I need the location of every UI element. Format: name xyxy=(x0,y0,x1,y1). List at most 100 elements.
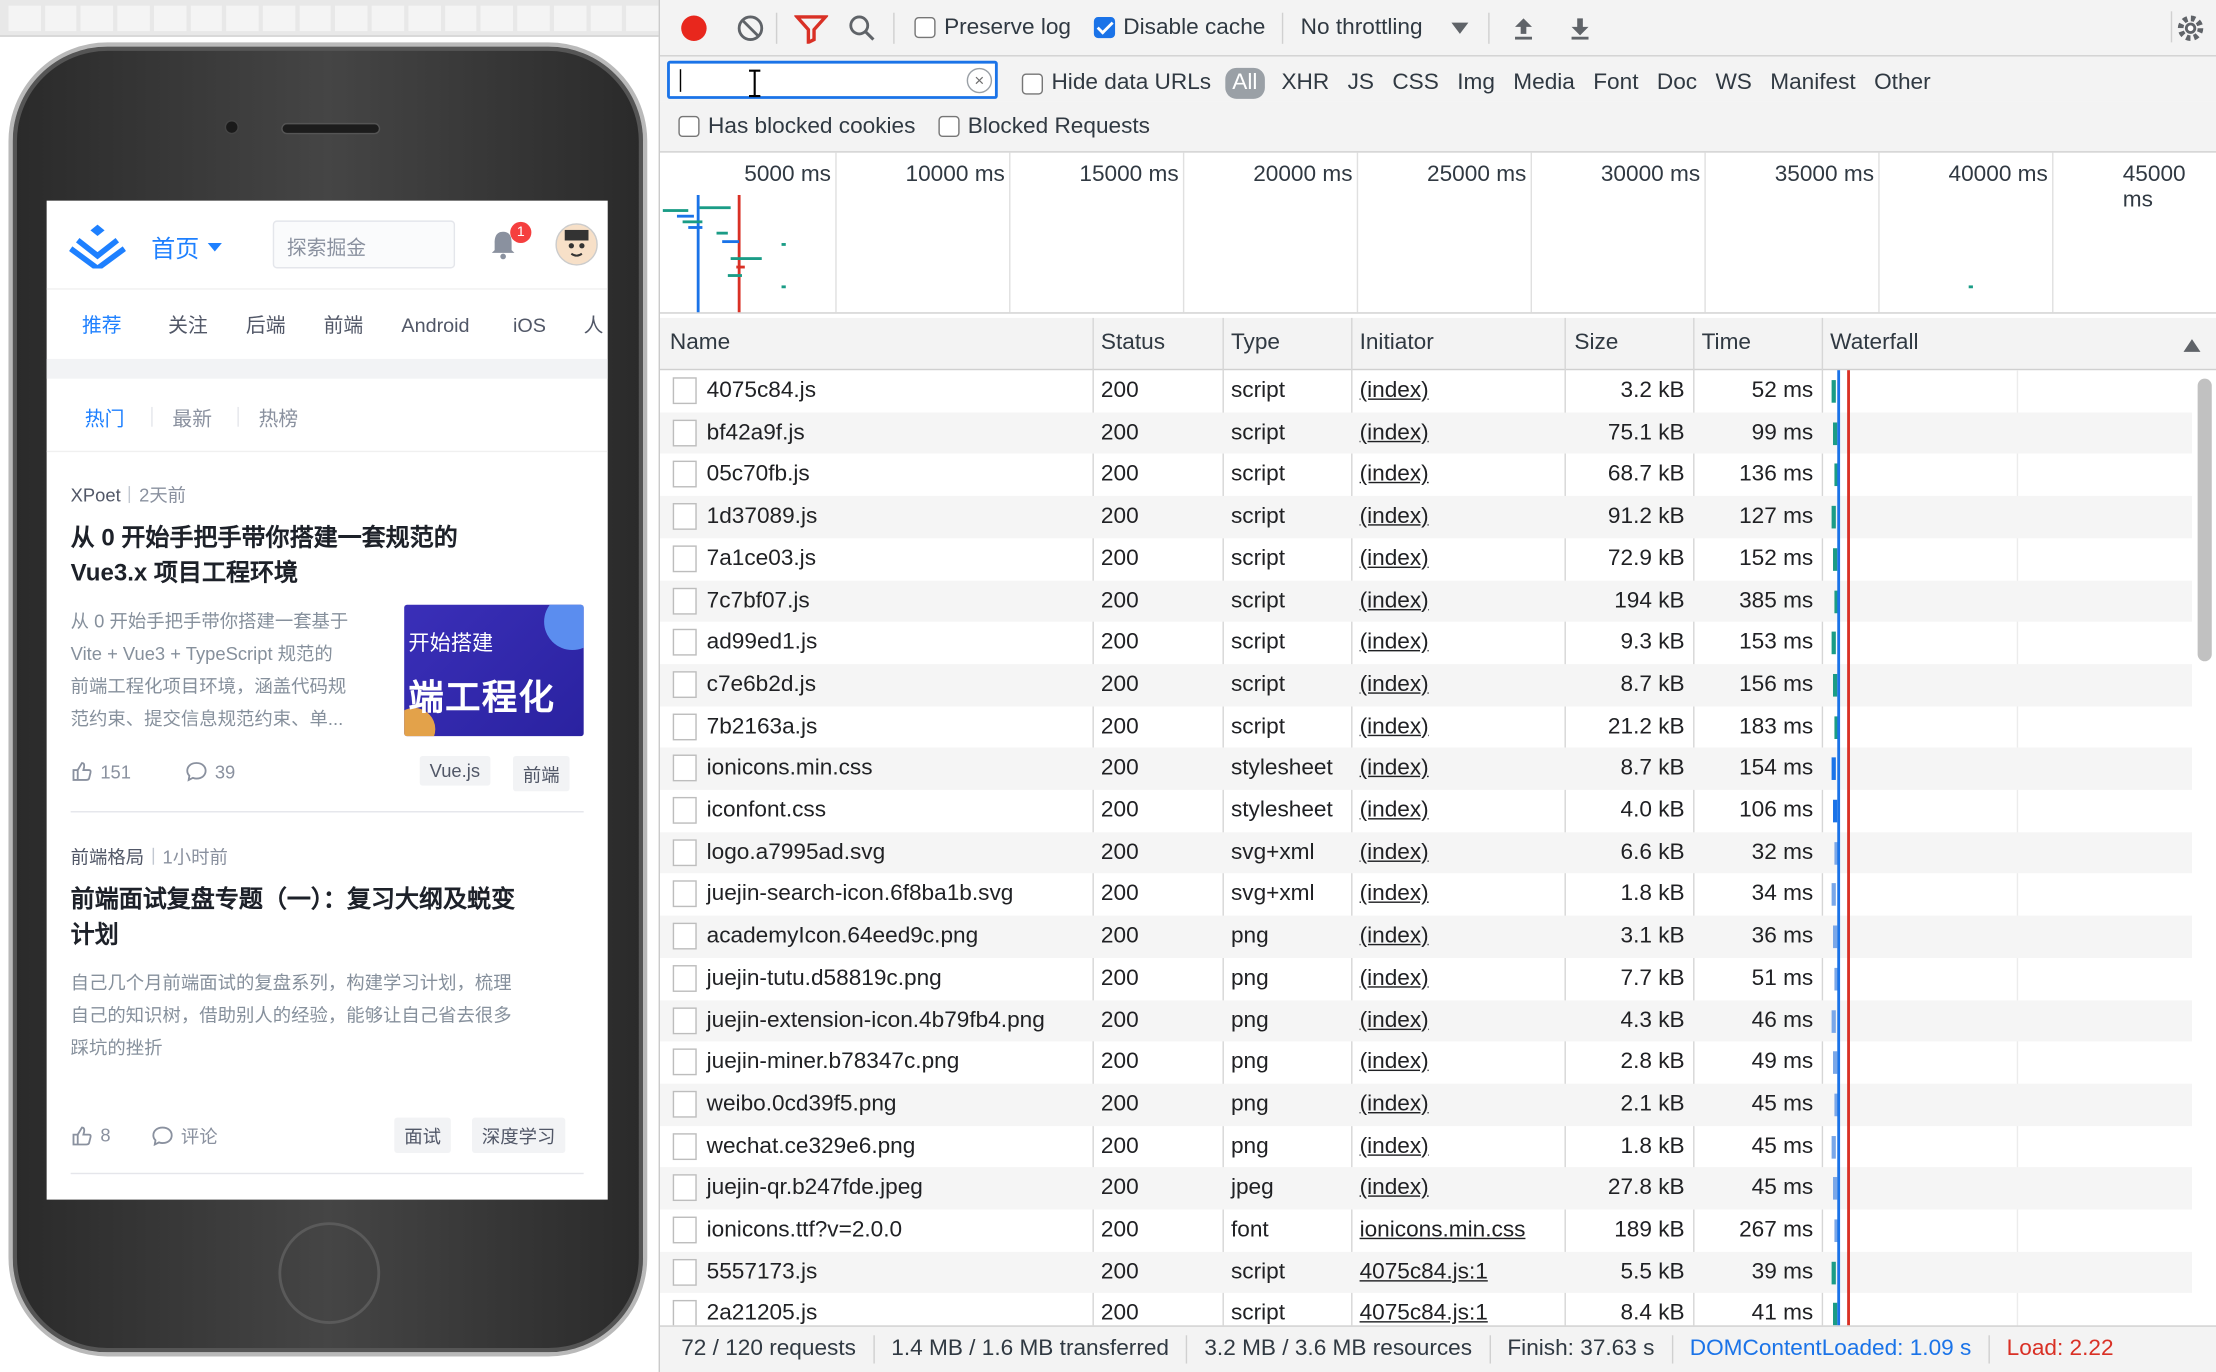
table-row[interactable]: bf42a9f.js 200 script (index) 75.1 kB 99 ms xyxy=(659,412,2192,455)
article-author[interactable]: 前端格局 xyxy=(71,846,145,867)
request-name[interactable]: juejin-search-icon.6f8ba1b.svg xyxy=(707,882,1014,907)
has-blocked-cookies-checkbox[interactable] xyxy=(678,115,700,138)
article-summary[interactable]: 从 0 开始手把手带你搭建一套基于 Vite + Vue3 + TypeScri… xyxy=(71,605,349,735)
request-initiator[interactable]: (index) xyxy=(1360,589,1429,614)
request-name[interactable]: 5557173.js xyxy=(707,1260,818,1285)
request-name[interactable]: ionicons.min.css xyxy=(707,756,873,781)
nav-tab-frontend[interactable]: 前端 xyxy=(324,310,364,338)
table-row[interactable]: 7a1ce03.js 200 script (index) 72.9 kB 152 ms xyxy=(660,538,2192,580)
nav-tab-android[interactable]: Android xyxy=(401,313,469,336)
preserve-log-checkbox[interactable] xyxy=(914,16,936,39)
sort-tab-latest[interactable]: 最新 xyxy=(172,404,212,432)
request-name[interactable]: 7c7bf07.js xyxy=(707,589,810,614)
filter-type-css[interactable]: CSS xyxy=(1392,71,1439,96)
filter-type-ws[interactable]: WS xyxy=(1715,71,1751,96)
request-initiator[interactable]: (index) xyxy=(1360,1134,1429,1159)
nav-tab-ai[interactable]: 人 xyxy=(584,310,604,338)
hide-data-urls-checkbox[interactable] xyxy=(1021,72,1043,94)
filter-type-media[interactable]: Media xyxy=(1513,71,1575,96)
request-name[interactable]: bf42a9f.js xyxy=(707,421,805,446)
request-name[interactable]: logo.a7995ad.svg xyxy=(707,840,886,865)
import-har-icon[interactable] xyxy=(1509,13,1537,41)
comment-icon[interactable] xyxy=(185,760,208,783)
request-initiator[interactable]: (index) xyxy=(1360,672,1429,697)
search-icon[interactable] xyxy=(848,13,876,41)
clear-icon[interactable] xyxy=(736,13,764,41)
col-size-header[interactable]: Size xyxy=(1574,331,1618,356)
gear-icon[interactable] xyxy=(2175,13,2206,44)
table-row[interactable]: ionicons.min.css 200 stylesheet (index) 8.7 … xyxy=(659,747,2192,790)
request-initiator[interactable]: (index) xyxy=(1360,924,1429,949)
filter-input[interactable]: × xyxy=(667,60,998,99)
request-name[interactable]: iconfont.css xyxy=(707,798,826,823)
request-name[interactable]: academyIcon.64eed9c.png xyxy=(707,924,979,949)
table-row[interactable]: iconfont.css 200 stylesheet (index) 4.0 kB 10… xyxy=(660,790,2192,832)
network-overview-timeline[interactable]: 5000 ms 10000 ms 15000 ms 20000 ms 25000… xyxy=(659,152,2216,314)
article-title[interactable]: 前端面试复盘专题（一）：复习大纲及蜕变 计划 xyxy=(71,882,515,953)
request-name[interactable]: 7a1ce03.js xyxy=(707,547,816,572)
filter-type-font[interactable]: Font xyxy=(1593,71,1638,96)
request-name[interactable]: wechat.ce329e6.png xyxy=(707,1134,916,1159)
request-initiator[interactable]: (index) xyxy=(1360,463,1429,488)
request-initiator[interactable]: (index) xyxy=(1360,547,1429,572)
col-type-header[interactable]: Type xyxy=(1231,331,1280,356)
article-summary[interactable]: 自己几个月前端面试的复盘系列，构建学习计划，梳理 自己的知识树，借助别人的经验，… xyxy=(71,966,512,1063)
nav-tab-backend[interactable]: 后端 xyxy=(246,310,286,338)
home-dropdown[interactable]: 首页 xyxy=(151,229,222,264)
table-row[interactable]: weibo.0cd39f5.png 200 png (index) 2.1 kB 45 m… xyxy=(659,1083,2192,1126)
thumbs-up-icon[interactable] xyxy=(71,760,94,783)
table-row[interactable]: 5557173.js 200 script 4075c84.js:1 5.5 kB 39 … xyxy=(659,1251,2192,1294)
thumbs-up-icon[interactable] xyxy=(71,1124,94,1147)
filter-icon[interactable] xyxy=(794,12,829,44)
record-icon[interactable] xyxy=(680,13,708,41)
article-tag[interactable]: 前端 xyxy=(513,755,570,792)
juejin-logo-icon[interactable] xyxy=(69,220,126,269)
table-row[interactable]: wechat.ce329e6.png 200 png (index) 1.8 kB 45 … xyxy=(660,1126,2192,1168)
sort-ascending-icon[interactable] xyxy=(2183,339,2201,352)
request-initiator[interactable]: 4075c84.js:1 xyxy=(1360,1260,1488,1285)
search-input[interactable]: 探索掘金 xyxy=(272,220,456,269)
request-initiator[interactable]: (index) xyxy=(1360,840,1429,865)
request-name[interactable]: juejin-tutu.d58819c.png xyxy=(707,966,942,991)
request-initiator[interactable]: (index) xyxy=(1360,1092,1429,1117)
disable-cache-checkbox[interactable] xyxy=(1093,16,1115,39)
request-initiator[interactable]: (index) xyxy=(1360,505,1429,530)
request-name[interactable]: 7b2163a.js xyxy=(707,714,818,739)
sort-tab-hot[interactable]: 热门 xyxy=(85,404,125,432)
throttling-dropdown-icon[interactable] xyxy=(1450,21,1468,34)
blocked-requests-checkbox[interactable] xyxy=(938,115,960,138)
request-name[interactable]: juejin-extension-icon.4b79fb4.png xyxy=(707,1008,1045,1033)
request-initiator[interactable]: (index) xyxy=(1360,714,1429,739)
request-initiator[interactable]: (index) xyxy=(1360,421,1429,446)
request-name[interactable]: c7e6b2d.js xyxy=(707,672,816,697)
request-name[interactable]: juejin-miner.b78347c.png xyxy=(707,1050,960,1075)
request-name[interactable]: 1d37089.js xyxy=(707,505,818,530)
filter-type-js[interactable]: JS xyxy=(1348,71,1374,96)
request-initiator[interactable]: 4075c84.js:1 xyxy=(1360,1302,1488,1325)
col-name-header[interactable]: Name xyxy=(670,331,730,356)
request-name[interactable]: ad99ed1.js xyxy=(707,630,818,655)
request-name[interactable]: weibo.0cd39f5.png xyxy=(707,1092,897,1117)
request-initiator[interactable]: (index) xyxy=(1360,1050,1429,1075)
article-tag[interactable]: 面试 xyxy=(394,1117,451,1153)
article-title[interactable]: 从 0 开始手把手带你搭建一套规范的 Vue3.x 项目工程环境 xyxy=(71,520,458,591)
request-name[interactable]: 05c70fb.js xyxy=(707,463,810,488)
table-row[interactable]: 2a21205.js 200 script 4075c84.js:1 8.4 kB 41 … xyxy=(660,1293,2192,1326)
article-thumbnail[interactable]: 开始搭建 端工程化 xyxy=(404,604,584,737)
table-row[interactable]: juejin-extension-icon.4b79fb4.png 200 png (… xyxy=(659,999,2192,1042)
request-initiator[interactable]: (index) xyxy=(1360,379,1429,404)
table-row[interactable]: juejin-qr.b247fde.jpeg 200 jpeg (index) 27.8… xyxy=(659,1167,2192,1210)
request-initiator[interactable]: (index) xyxy=(1360,882,1429,907)
avatar[interactable] xyxy=(555,223,598,266)
table-row[interactable]: juejin-miner.b78347c.png 200 png (index) 2.8… xyxy=(660,1042,2192,1084)
article-tag[interactable]: Vue.js xyxy=(419,755,490,786)
request-name[interactable]: 2a21205.js xyxy=(707,1302,818,1325)
request-initiator[interactable]: (index) xyxy=(1360,756,1429,781)
col-waterfall-header[interactable]: Waterfall xyxy=(1830,331,1918,356)
request-name[interactable]: juejin-qr.b247fde.jpeg xyxy=(707,1176,923,1201)
filter-type-all[interactable]: All xyxy=(1225,67,1265,99)
filter-type-manifest[interactable]: Manifest xyxy=(1770,71,1855,96)
table-row[interactable]: 7c7bf07.js 200 script (index) 194 kB 385 ms xyxy=(659,580,2192,622)
table-row[interactable]: ad99ed1.js 200 script (index) 9.3 kB 153 ms xyxy=(660,622,2192,664)
col-initiator-header[interactable]: Initiator xyxy=(1360,331,1434,356)
